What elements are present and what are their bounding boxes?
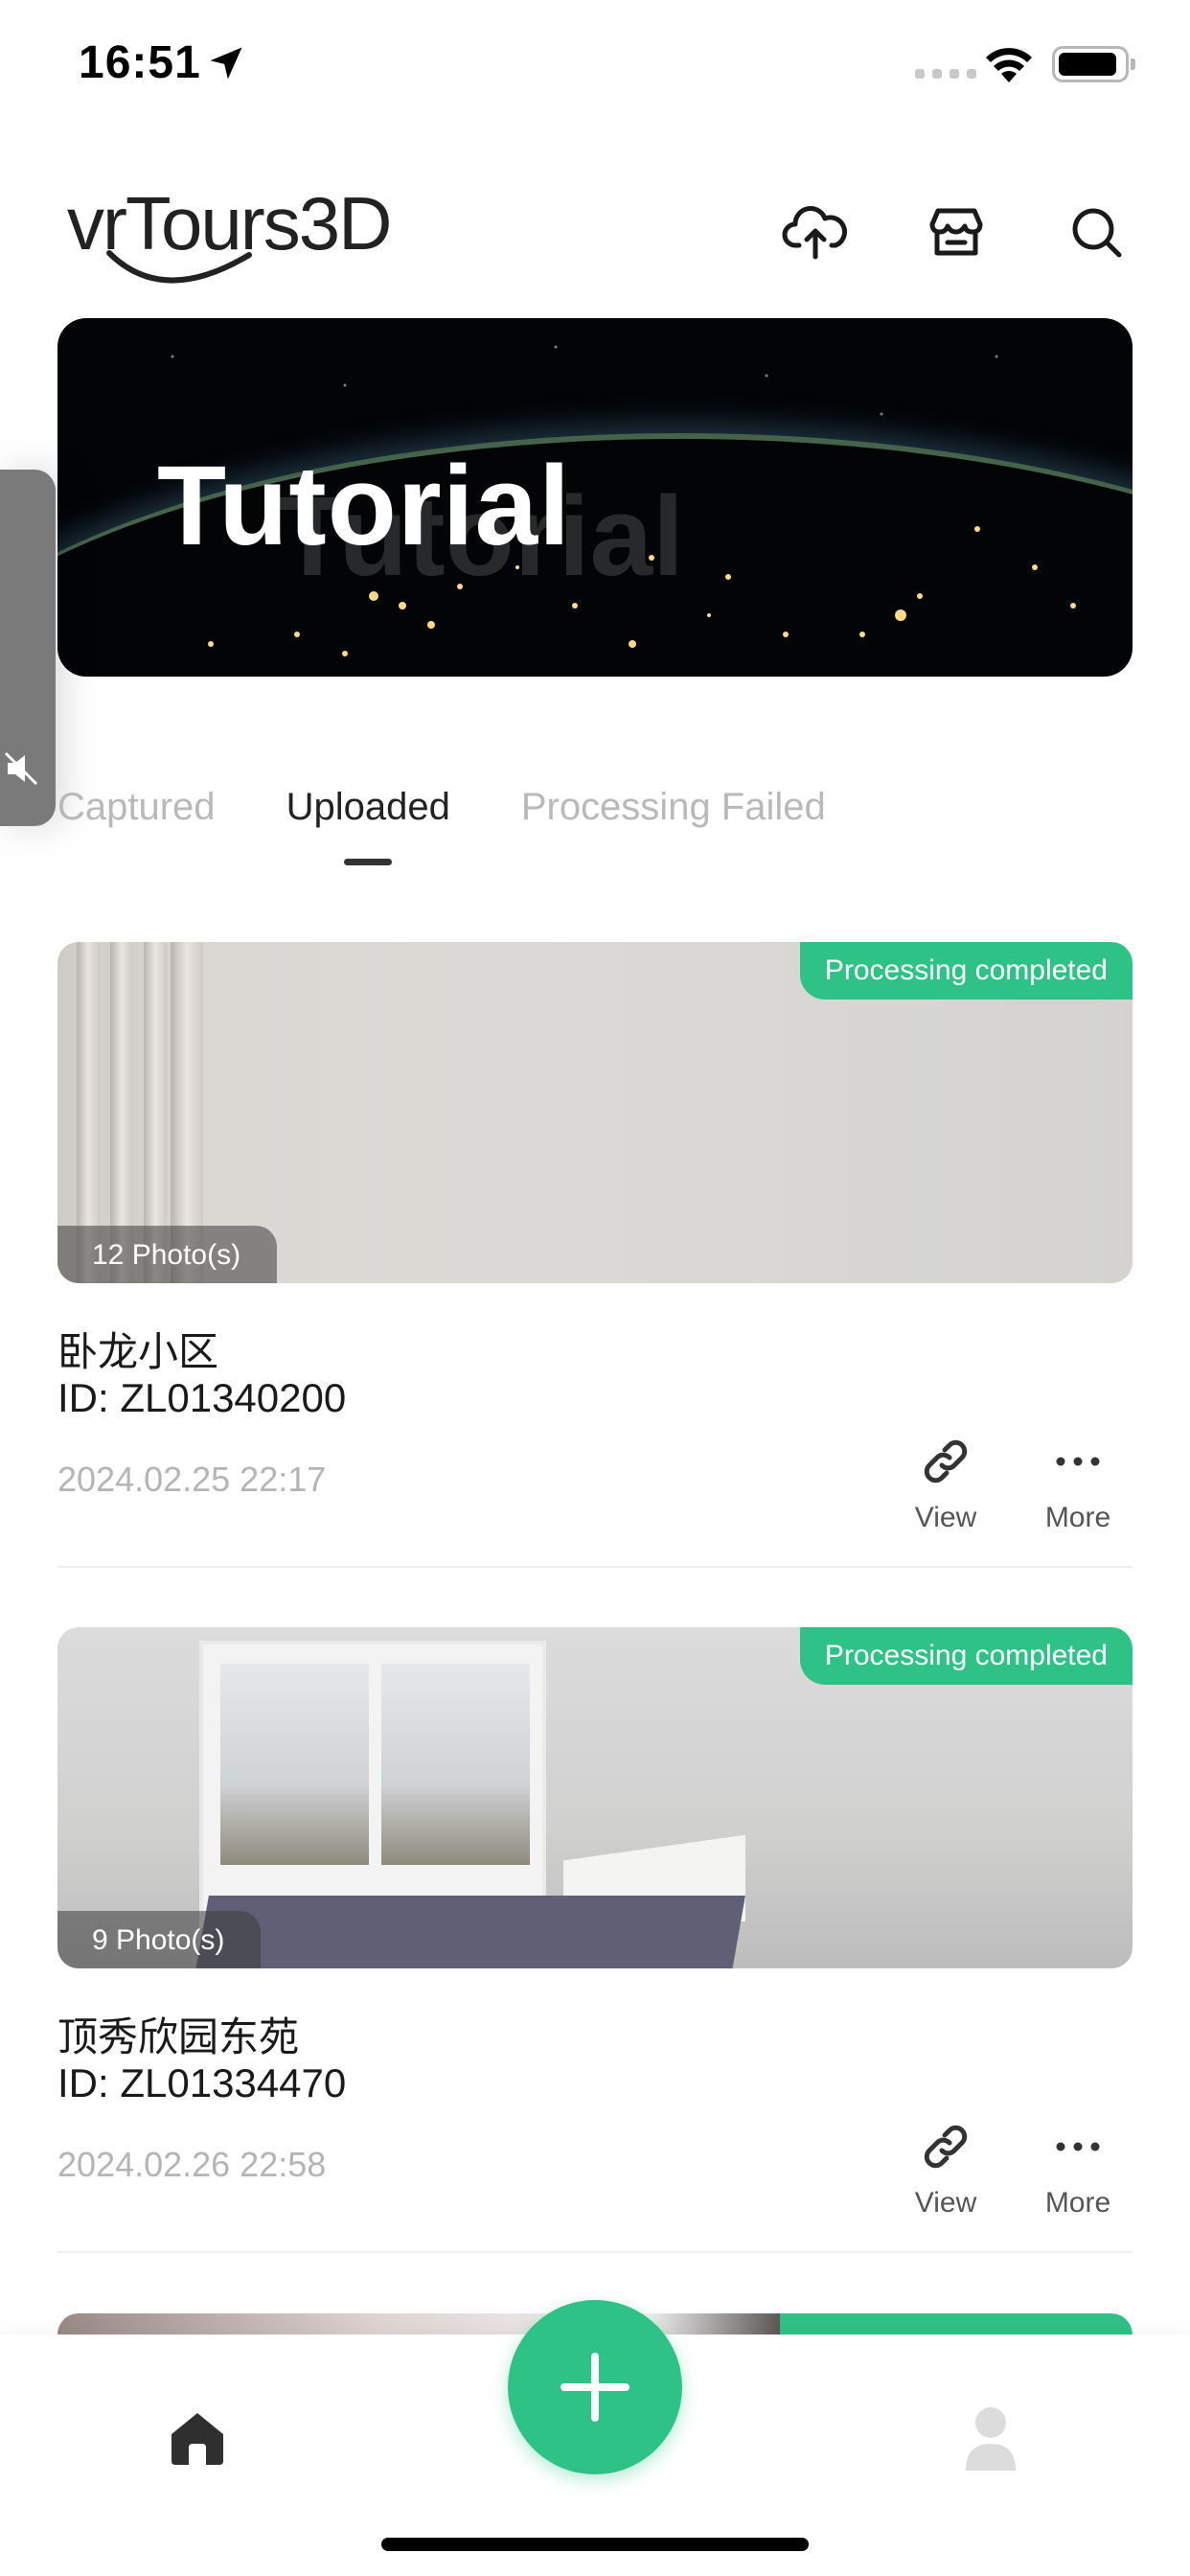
banner-title: Tutorial bbox=[157, 443, 571, 569]
tab-label: Uploaded bbox=[286, 786, 450, 828]
wifi-icon bbox=[986, 48, 1032, 82]
home-indicator bbox=[381, 2538, 809, 2551]
tour-id: ID: ZL01334470 bbox=[57, 2060, 347, 2105]
logo-smile-icon bbox=[106, 250, 252, 284]
divider bbox=[57, 1566, 1133, 1568]
link-icon bbox=[924, 2125, 968, 2169]
tour-name: 卧龙小区 bbox=[57, 1328, 219, 1375]
tour-id: ID: ZL01340200 bbox=[57, 1375, 347, 1420]
plus-icon bbox=[561, 2353, 629, 2422]
view-label: View bbox=[914, 2187, 977, 2219]
app-logo: vrTours3D bbox=[67, 180, 392, 286]
tutorial-banner[interactable]: Tutorial Tutorial bbox=[57, 318, 1133, 677]
location-arrow-icon bbox=[210, 47, 242, 80]
search-icon[interactable] bbox=[1064, 199, 1131, 266]
floating-side-handle[interactable] bbox=[0, 470, 56, 826]
tour-date: 2024.02.26 22:58 bbox=[57, 2145, 327, 2184]
tour-card[interactable]: Processing completed 9 Photo(s) 顶秀欣园东苑 I… bbox=[57, 1627, 1133, 2253]
tab-uploaded[interactable]: Uploaded bbox=[286, 786, 450, 865]
tour-date: 2024.02.25 22:17 bbox=[57, 1460, 327, 1499]
photo-count-badge: 12 Photo(s) bbox=[57, 1226, 278, 1283]
add-tour-button[interactable] bbox=[508, 2300, 682, 2474]
status-time: 16:51 bbox=[79, 37, 201, 88]
view-label: View bbox=[914, 1502, 977, 1533]
cloud-upload-icon[interactable] bbox=[782, 199, 849, 266]
photo-count-badge: 9 Photo(s) bbox=[57, 1911, 262, 1968]
view-button[interactable]: View bbox=[893, 1433, 998, 1534]
battery-icon bbox=[1052, 46, 1135, 82]
tab-captured[interactable]: Captured bbox=[57, 786, 216, 843]
tour-card[interactable]: Processing completed 12 Photo(s) 卧龙小区 ID… bbox=[57, 942, 1133, 1568]
active-tab-indicator bbox=[344, 859, 393, 865]
more-label: More bbox=[1044, 1502, 1111, 1533]
more-button[interactable]: More bbox=[1025, 2118, 1131, 2220]
mute-icon bbox=[4, 751, 38, 786]
more-dots-icon bbox=[1056, 2142, 1100, 2151]
more-label: More bbox=[1044, 2187, 1111, 2219]
status-bar: 16:51 bbox=[0, 0, 1190, 134]
more-button[interactable]: More bbox=[1025, 1433, 1131, 1534]
cellular-signal-icon bbox=[915, 69, 976, 79]
view-button[interactable]: View bbox=[893, 2118, 998, 2220]
tab-label: Processing Failed bbox=[520, 786, 826, 828]
store-icon[interactable] bbox=[923, 199, 990, 266]
tour-thumbnail[interactable]: Processing completed 9 Photo(s) bbox=[57, 1627, 1133, 1968]
tab-processing-failed[interactable]: Processing Failed bbox=[521, 786, 826, 843]
more-dots-icon bbox=[1056, 1457, 1100, 1466]
tab-bar: Captured Uploaded Processing Failed bbox=[57, 786, 826, 882]
tab-label: Captured bbox=[57, 786, 216, 828]
divider bbox=[57, 2251, 1133, 2253]
profile-icon[interactable] bbox=[962, 2404, 1019, 2472]
home-icon[interactable] bbox=[168, 2409, 227, 2469]
tour-thumbnail[interactable]: Processing completed 12 Photo(s) bbox=[57, 942, 1133, 1283]
link-icon bbox=[924, 1439, 968, 1484]
status-badge: Processing completed bbox=[799, 1627, 1133, 1685]
status-badge: Processing completed bbox=[799, 942, 1133, 1000]
tour-name: 顶秀欣园东苑 bbox=[57, 2013, 300, 2060]
